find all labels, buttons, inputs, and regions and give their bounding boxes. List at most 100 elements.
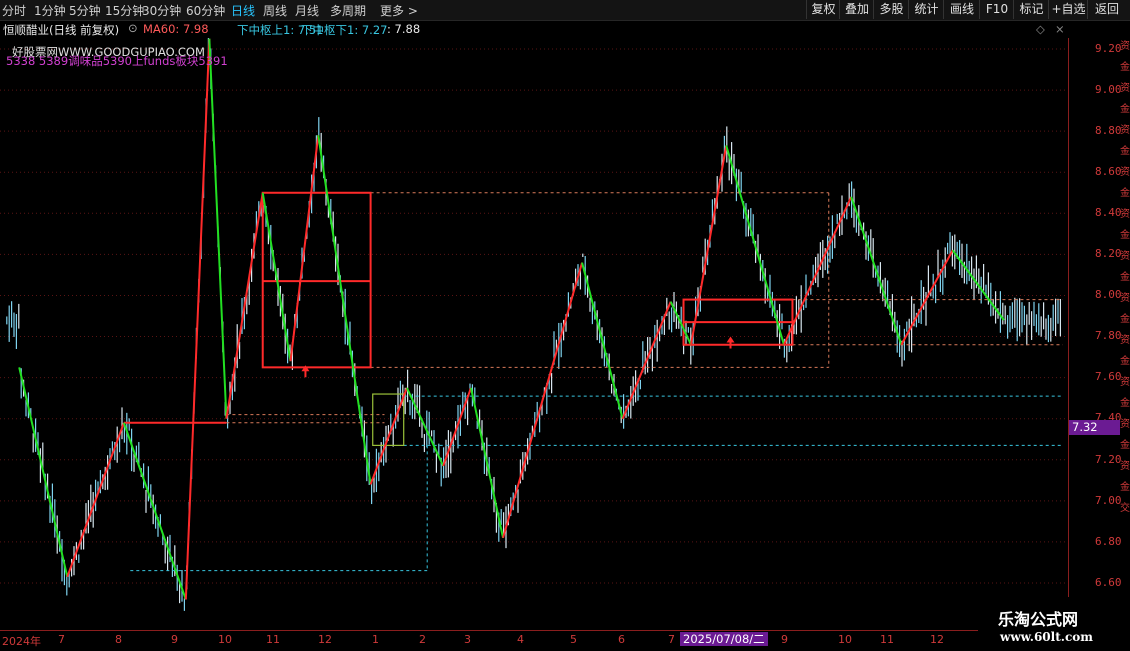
side-char: 金 <box>1120 482 1130 493</box>
zigzag-segment <box>369 387 408 485</box>
price-label: 7.00 <box>1095 493 1122 507</box>
timeframe-6[interactable]: 日线 <box>231 2 255 19</box>
price-label: 8.20 <box>1095 247 1122 261</box>
kline-chart[interactable] <box>0 38 1068 630</box>
close-icon[interactable]: × <box>1055 22 1065 36</box>
side-char: 金 <box>1120 314 1130 325</box>
date-label: 12 <box>930 633 944 646</box>
timeframe-5[interactable]: 60分钟 <box>186 2 225 19</box>
timeframe-9[interactable]: 多周期 <box>330 2 366 19</box>
side-char: 资 <box>1120 251 1130 262</box>
side-char: 资 <box>1120 335 1130 346</box>
date-label: 11 <box>266 633 280 646</box>
toolbar-button-2[interactable]: 多股 <box>873 0 909 19</box>
toolbar-button-7[interactable]: +自选 <box>1048 0 1088 19</box>
date-label: 5 <box>570 633 577 646</box>
price-axis: 9.20 9.00 8.80 8.60 8.40 8.20 8.00 7.80 7.60 7.40… <box>1068 38 1122 630</box>
zigzag-segment <box>317 135 372 485</box>
side-char: 资 <box>1120 209 1130 220</box>
timeframe-7[interactable]: 周线 <box>263 2 287 19</box>
side-char: 金 <box>1120 230 1130 241</box>
buy-arrow-icon <box>726 336 735 349</box>
zigzag-segment <box>621 301 672 420</box>
toolbar-button-6[interactable]: 标记 <box>1013 0 1049 19</box>
toolbar-button-3[interactable]: 统计 <box>908 0 944 19</box>
side-char: 资 <box>1120 461 1130 472</box>
toolbar-button-8[interactable]: 返回 <box>1087 0 1126 19</box>
dropdown-icon[interactable]: ⊙ <box>128 21 138 35</box>
timeframe-1[interactable]: 1分钟 <box>34 2 66 19</box>
zigzag-segment <box>289 135 320 362</box>
info-bar: 恒顺醋业(日线 前复权) ⊙ MA60: 7.98 下中枢上1: 7.51 下中… <box>0 20 1068 38</box>
current-price-tag: 7.32 <box>1069 420 1120 435</box>
timeframe-10[interactable]: 更多 > <box>380 2 418 19</box>
date-label: 8 <box>115 633 122 646</box>
date-label: 12 <box>318 633 332 646</box>
date-label: 4 <box>517 633 524 646</box>
price-label: 7.20 <box>1095 452 1122 466</box>
pivot-box <box>261 191 372 369</box>
date-label: 3 <box>464 633 471 646</box>
toolbar-button-0[interactable]: 复权 <box>806 0 840 19</box>
date-label: 10 <box>218 633 232 646</box>
zigzag-segment <box>725 145 785 346</box>
date-label: 9 <box>171 633 178 646</box>
zigzag-segment <box>442 387 472 467</box>
toolbar-button-1[interactable]: 叠加 <box>839 0 874 19</box>
date-label: 1 <box>372 633 379 646</box>
date-label: 10 <box>838 633 852 646</box>
side-char: 金 <box>1120 104 1130 115</box>
side-char: 金 <box>1120 356 1130 367</box>
zigzag-segment <box>261 192 292 362</box>
timeframe-3[interactable]: 15分钟 <box>105 2 144 19</box>
side-char: 金 <box>1120 62 1130 73</box>
timeframe-8[interactable]: 月线 <box>295 2 319 19</box>
price-label: 6.60 <box>1095 575 1122 589</box>
zigzag-segment <box>208 38 228 419</box>
zigzag-segment <box>470 387 505 539</box>
zigzag-segment <box>18 367 69 578</box>
zigzag-segment <box>900 249 954 346</box>
price-label: 6.80 <box>1095 534 1122 548</box>
date-highlight: 2025/07/08/二 <box>680 632 768 646</box>
side-char: 金 <box>1120 398 1130 409</box>
zigzag-segment <box>184 38 211 600</box>
timeframe-2[interactable]: 5分钟 <box>69 2 101 19</box>
zigzag-segment <box>66 422 125 578</box>
zigzag-segment <box>225 192 264 419</box>
zigzag-segment <box>581 262 624 419</box>
timeframe-0[interactable]: 分时 <box>2 2 26 19</box>
toolbar-button-5[interactable]: F10 <box>979 0 1014 19</box>
price-label: 8.80 <box>1095 124 1122 138</box>
side-char: 资 <box>1120 41 1130 52</box>
top-toolbar: 分时 1分钟 5分钟 15分钟 30分钟 60分钟 日线 周线 月线 多周期 更多 > 复权 叠加 多股统… <box>0 0 1130 21</box>
brand-url: www.60lt.com <box>1000 630 1093 644</box>
zigzag-segment <box>951 249 1005 321</box>
last-value-label: : 7.88 <box>387 22 421 36</box>
price-label: 7.80 <box>1095 329 1122 343</box>
date-label: 2 <box>419 633 426 646</box>
zigzag-segment <box>783 196 853 346</box>
date-label: 11 <box>880 633 894 646</box>
brand-watermark: 乐淘公式网 www.60lt.com <box>978 597 1130 650</box>
pivot-lower-label: 下中枢下1: 7.27 <box>301 23 388 37</box>
side-strip: 资金资金资金资金资金资金资金资金资金资金资金交 <box>1120 38 1130 630</box>
side-char: 金 <box>1120 146 1130 157</box>
diamond-icon[interactable]: ◇ <box>1036 22 1045 36</box>
side-char: 资 <box>1120 377 1130 388</box>
toolbar-button-4[interactable]: 画线 <box>943 0 980 19</box>
price-label: 8.60 <box>1095 165 1122 179</box>
zigzag-segment <box>690 145 728 345</box>
zigzag-segment <box>502 262 584 539</box>
price-label: 9.20 <box>1095 42 1122 55</box>
date-label: 7 <box>668 633 675 646</box>
stock-title[interactable]: 恒顺醋业(日线 前复权) <box>3 22 119 38</box>
side-char: 交 <box>1120 503 1130 514</box>
date-label: 2024年 <box>2 635 41 648</box>
timeframe-4[interactable]: 30分钟 <box>142 2 181 19</box>
side-char: 资 <box>1120 293 1130 304</box>
price-label: 8.40 <box>1095 206 1122 220</box>
price-label: 7.60 <box>1095 370 1122 384</box>
side-char: 金 <box>1120 440 1130 451</box>
zigzag-segment <box>122 422 187 600</box>
